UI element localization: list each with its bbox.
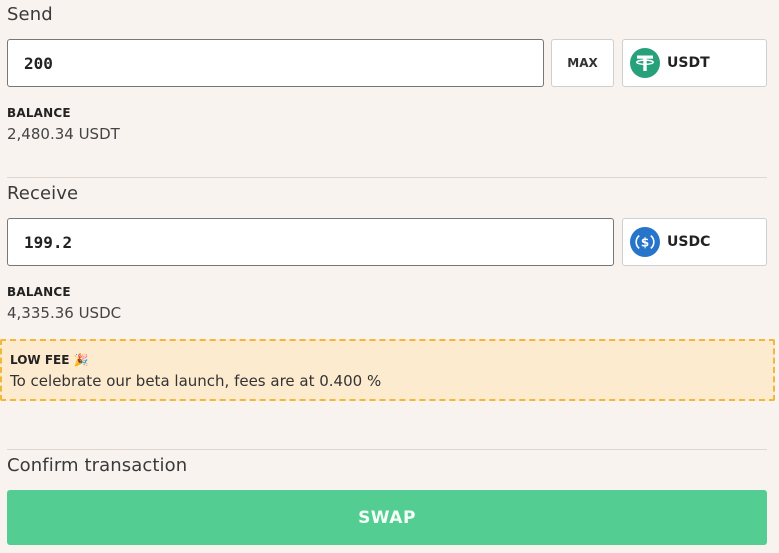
send-token-symbol: USDT [667,55,710,71]
send-token-select[interactable]: USDT [622,39,767,87]
receive-balance-label: BALANCE [7,285,71,299]
send-label: Send [7,4,53,25]
receive-token-symbol: USDC [667,234,711,250]
divider [7,177,767,178]
fee-notice-text: To celebrate our beta launch, fees are a… [10,372,382,390]
receive-label: Receive [7,183,79,204]
send-balance-value: 2,480.34 USDT [7,125,120,143]
tether-icon [629,47,661,79]
receive-balance-value: 4,335.36 USDC [7,304,122,322]
usdc-icon: $ [629,226,661,258]
svg-text:$: $ [641,236,649,250]
fee-notice-banner: LOW FEE 🎉 To celebrate our beta launch, … [0,339,775,401]
receive-token-select[interactable]: $ USDC [622,218,767,266]
send-balance-label: BALANCE [7,106,71,120]
swap-button[interactable]: SWAP [7,490,767,545]
confirm-label: Confirm transaction [7,455,188,476]
fee-notice-title: LOW FEE 🎉 [10,353,89,367]
receive-amount-input[interactable] [7,218,614,266]
send-amount-input[interactable] [7,39,544,87]
max-button[interactable]: MAX [551,39,614,87]
divider [7,449,767,450]
